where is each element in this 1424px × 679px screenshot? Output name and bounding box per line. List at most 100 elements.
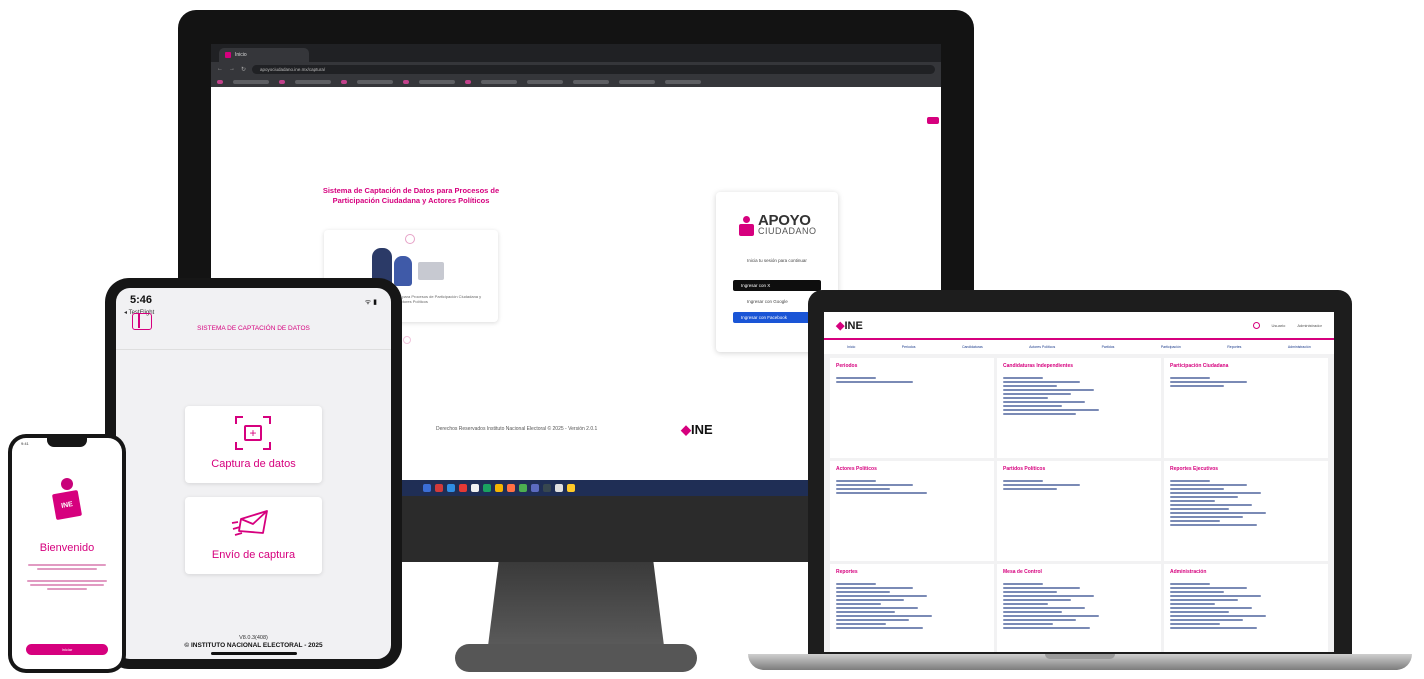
user-menu[interactable]: Administrador xyxy=(1297,323,1322,328)
bookmark[interactable] xyxy=(357,79,393,84)
module-link[interactable] xyxy=(1170,627,1257,629)
back-arrow-icon[interactable]: ← xyxy=(217,66,223,72)
nav-item[interactable]: Administración xyxy=(1288,345,1311,349)
taskbar-app-icon[interactable] xyxy=(519,484,527,492)
module-link[interactable] xyxy=(1003,607,1085,609)
module-link[interactable] xyxy=(1170,496,1238,498)
module-link[interactable] xyxy=(836,488,890,490)
module-link[interactable] xyxy=(836,492,927,494)
nav-item[interactable]: Participación xyxy=(1161,345,1181,349)
module-link[interactable] xyxy=(1170,377,1210,379)
module-link[interactable] xyxy=(836,619,909,621)
module-link[interactable] xyxy=(1003,619,1076,621)
send-capture-card[interactable]: Envío de captura xyxy=(185,497,322,574)
module-link[interactable] xyxy=(1170,480,1210,482)
module-link[interactable] xyxy=(1003,615,1099,617)
module-link[interactable] xyxy=(1003,599,1071,601)
module-link[interactable] xyxy=(1003,389,1094,391)
module-link[interactable] xyxy=(1003,623,1053,625)
sidebar-toggle-icon[interactable] xyxy=(132,313,152,330)
nav-item[interactable]: Inicio xyxy=(847,345,855,349)
module-link[interactable] xyxy=(1003,393,1071,395)
module-link[interactable] xyxy=(1170,492,1261,494)
module-link[interactable] xyxy=(1003,409,1099,411)
module-link[interactable] xyxy=(1170,623,1220,625)
module-link[interactable] xyxy=(1003,413,1076,415)
bookmark-icon[interactable] xyxy=(341,79,347,84)
taskbar-app-icon[interactable] xyxy=(531,484,539,492)
taskbar-app-icon[interactable] xyxy=(507,484,515,492)
module-link[interactable] xyxy=(1003,480,1043,482)
phone-start-button[interactable]: Iniciar xyxy=(26,644,108,655)
module-link[interactable] xyxy=(1170,587,1247,589)
module-link[interactable] xyxy=(836,591,890,593)
module-link[interactable] xyxy=(1170,488,1224,490)
bookmark[interactable] xyxy=(619,79,655,84)
module-link[interactable] xyxy=(1170,385,1224,387)
module-link[interactable] xyxy=(1170,500,1215,502)
taskbar-app-icon[interactable] xyxy=(483,484,491,492)
module-link[interactable] xyxy=(836,587,913,589)
bookmark-icon[interactable] xyxy=(465,79,471,84)
taskbar-app-icon[interactable] xyxy=(423,484,431,492)
module-link[interactable] xyxy=(836,627,923,629)
nav-item[interactable]: Periodos xyxy=(902,345,916,349)
bookmark-icon[interactable] xyxy=(403,79,409,84)
module-link[interactable] xyxy=(1003,405,1062,407)
module-link[interactable] xyxy=(1003,397,1048,399)
user-label[interactable]: Usuario xyxy=(1272,323,1286,328)
module-link[interactable] xyxy=(1170,591,1224,593)
bookmark[interactable] xyxy=(295,79,331,84)
browser-tab[interactable]: Inicio xyxy=(219,48,309,62)
carousel-dot-icon[interactable] xyxy=(403,336,411,344)
module-link[interactable] xyxy=(836,623,886,625)
module-link[interactable] xyxy=(1170,504,1252,506)
module-link[interactable] xyxy=(1170,484,1247,486)
module-link[interactable] xyxy=(1170,508,1229,510)
bookmark[interactable] xyxy=(527,79,563,84)
taskbar-app-icon[interactable] xyxy=(555,484,563,492)
module-link[interactable] xyxy=(1003,583,1043,585)
module-link[interactable] xyxy=(836,377,876,379)
taskbar-app-icon[interactable] xyxy=(543,484,551,492)
module-link[interactable] xyxy=(1170,619,1243,621)
taskbar-app-icon[interactable] xyxy=(567,484,575,492)
module-link[interactable] xyxy=(1170,512,1266,514)
module-link[interactable] xyxy=(836,484,913,486)
bookmark[interactable] xyxy=(573,79,609,84)
module-link[interactable] xyxy=(836,480,876,482)
module-link[interactable] xyxy=(836,611,895,613)
module-link[interactable] xyxy=(1003,401,1085,403)
module-link[interactable] xyxy=(1003,488,1057,490)
module-link[interactable] xyxy=(836,603,881,605)
taskbar-app-icon[interactable] xyxy=(495,484,503,492)
module-link[interactable] xyxy=(1170,524,1257,526)
bookmark[interactable] xyxy=(481,79,517,84)
taskbar-app-icon[interactable] xyxy=(435,484,443,492)
module-link[interactable] xyxy=(1170,611,1229,613)
module-link[interactable] xyxy=(1003,591,1057,593)
module-link[interactable] xyxy=(836,615,932,617)
taskbar-app-icon[interactable] xyxy=(447,484,455,492)
module-link[interactable] xyxy=(1170,381,1247,383)
module-link[interactable] xyxy=(836,381,913,383)
module-link[interactable] xyxy=(1170,520,1220,522)
nav-item[interactable]: Candidaturas xyxy=(962,345,983,349)
module-link[interactable] xyxy=(1003,385,1057,387)
reload-icon[interactable]: ↻ xyxy=(241,66,246,73)
user-icon[interactable] xyxy=(1252,321,1260,329)
bookmark[interactable] xyxy=(419,79,455,84)
module-link[interactable] xyxy=(1003,595,1094,597)
module-link[interactable] xyxy=(1170,583,1210,585)
forward-arrow-icon[interactable]: → xyxy=(229,66,235,72)
bookmark-icon[interactable] xyxy=(279,79,285,84)
module-link[interactable] xyxy=(836,607,918,609)
module-link[interactable] xyxy=(1003,484,1080,486)
module-link[interactable] xyxy=(1170,603,1215,605)
bookmark-icon[interactable] xyxy=(217,79,223,84)
module-link[interactable] xyxy=(1170,607,1252,609)
home-indicator[interactable] xyxy=(211,652,297,655)
login-x-button[interactable]: Ingresar con X xyxy=(733,280,821,291)
module-link[interactable] xyxy=(1003,627,1090,629)
module-link[interactable] xyxy=(1170,516,1243,518)
